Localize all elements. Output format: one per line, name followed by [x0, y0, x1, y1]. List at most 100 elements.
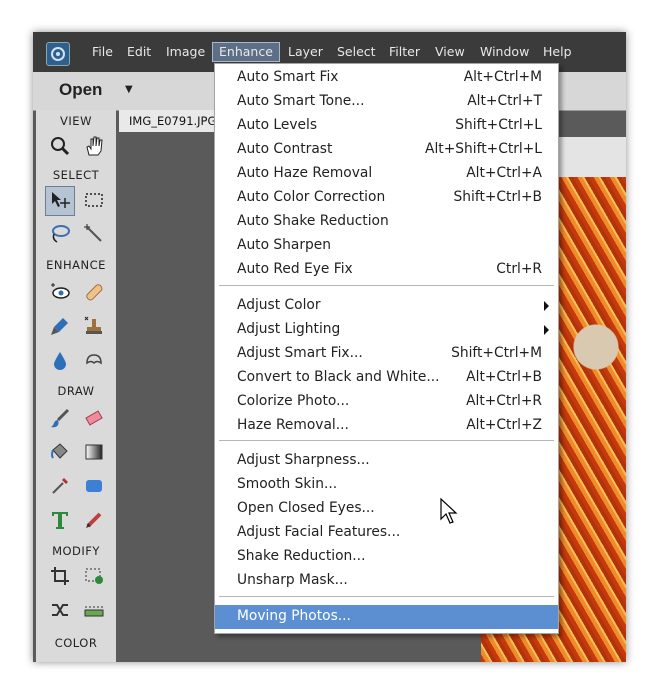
menu-item-shortcut: Shift+Ctrl+M	[451, 345, 542, 361]
gradient-tool-icon[interactable]	[80, 438, 108, 466]
enhance-menu-item[interactable]: Auto Red Eye Fix Ctrl+R	[215, 258, 558, 282]
submenu-arrow-icon	[544, 301, 549, 311]
menu-item-shortcut: Shift+Ctrl+L	[455, 117, 542, 133]
menu-item-shortcut: Shift+Ctrl+B	[453, 189, 543, 205]
enhance-menu-item[interactable]: Auto Sharpen	[215, 234, 558, 258]
enhance-menu-item[interactable]: Open Closed Eyes...	[215, 497, 558, 521]
menu-item-label: Auto Color Correction	[237, 189, 386, 205]
crop-tool-icon[interactable]	[46, 562, 74, 590]
brush-tool-icon[interactable]	[46, 404, 74, 432]
menu-enhance[interactable]: Enhance	[212, 42, 280, 62]
menu-item-label: Unsharp Mask...	[237, 572, 348, 588]
menu-image[interactable]: Image	[164, 44, 207, 60]
enhance-menu-item[interactable]: Auto Haze Removal Alt+Ctrl+A	[215, 162, 558, 186]
recompose-tool-icon[interactable]	[80, 562, 108, 590]
tools-panel: VIEW SELECT ENHANCE DRAW MODIFY COLOR	[36, 110, 116, 662]
menu-item-label: Auto Smart Fix	[237, 69, 339, 85]
app-logo-icon[interactable]	[46, 42, 70, 66]
menu-help[interactable]: Help	[541, 44, 574, 60]
smudge-tool-icon[interactable]	[80, 346, 108, 374]
menu-item-shortcut: Alt+Ctrl+T	[467, 93, 542, 109]
tools-section-view: VIEW	[60, 114, 92, 128]
move-tool-icon[interactable]	[45, 186, 75, 216]
menu-item-label: Adjust Facial Features...	[237, 524, 401, 540]
menu-item-shortcut: Alt+Ctrl+B	[466, 369, 542, 385]
paint-bucket-icon[interactable]	[46, 438, 74, 466]
enhance-menu-item[interactable]: Auto Smart Fix Alt+Ctrl+M	[215, 66, 558, 90]
menu-item-label: Convert to Black and White...	[237, 369, 440, 385]
eraser-tool-icon[interactable]	[80, 404, 108, 432]
hand-tool-icon[interactable]	[80, 132, 108, 160]
mouse-cursor-icon	[440, 498, 458, 524]
menu-item-label: Auto Contrast	[237, 141, 333, 157]
enhance-menu-item[interactable]: Haze Removal... Alt+Ctrl+Z	[215, 414, 558, 438]
blur-tool-icon[interactable]	[46, 346, 74, 374]
menu-file[interactable]: File	[90, 44, 115, 60]
menu-item-label: Auto Red Eye Fix	[237, 261, 353, 277]
eyedropper-icon[interactable]	[46, 472, 74, 500]
tools-section-color: COLOR	[54, 636, 98, 650]
menu-item-label: Auto Shake Reduction	[237, 213, 389, 229]
menu-layer[interactable]: Layer	[286, 44, 325, 60]
enhance-menu-item[interactable]: Convert to Black and White... Alt+Ctrl+B	[215, 366, 558, 390]
menu-item-label: Auto Levels	[237, 117, 318, 133]
menu-select[interactable]: Select	[335, 44, 378, 60]
menu-item-label: Smooth Skin...	[237, 476, 338, 492]
menu-item-label: Shake Reduction...	[237, 548, 366, 564]
menu-item-label: Auto Haze Removal	[237, 165, 373, 181]
pencil-tool-icon[interactable]	[80, 506, 108, 534]
enhance-menu-item[interactable]: Auto Shake Reduction	[215, 210, 558, 234]
enhance-menu-item[interactable]: Auto Levels Shift+Ctrl+L	[215, 114, 558, 138]
menu-item-shortcut: Alt+Shift+Ctrl+L	[425, 141, 542, 157]
enhance-menu-item[interactable]: Shake Reduction...	[215, 545, 558, 569]
magic-wand-icon[interactable]	[80, 220, 108, 248]
menu-filter[interactable]: Filter	[387, 44, 422, 60]
smart-brush-icon[interactable]	[46, 312, 74, 340]
submenu-arrow-icon	[544, 325, 549, 335]
type-tool-icon[interactable]	[46, 506, 74, 534]
enhance-menu-item[interactable]: Adjust Smart Fix... Shift+Ctrl+M	[215, 342, 558, 366]
menu-item-label: Auto Sharpen	[237, 237, 332, 253]
menu-item-shortcut: Ctrl+R	[496, 261, 542, 277]
menu-item-label: Haze Removal...	[237, 417, 349, 433]
enhance-menu-item[interactable]: Smooth Skin...	[215, 473, 558, 497]
rectangular-marquee-icon[interactable]	[80, 186, 108, 214]
menu-item-label: Colorize Photo...	[237, 393, 350, 409]
menu-view[interactable]: View	[433, 44, 467, 60]
open-button[interactable]: Open	[59, 80, 102, 100]
menu-item-shortcut: Alt+Ctrl+M	[463, 69, 542, 85]
enhance-menu-item[interactable]: Adjust Facial Features...	[215, 521, 558, 545]
menu-item-label: Auto Smart Tone...	[237, 93, 365, 109]
tools-section-select: SELECT	[52, 168, 100, 182]
enhance-menu-item[interactable]: Auto Contrast Alt+Shift+Ctrl+L	[215, 138, 558, 162]
document-tab[interactable]: IMG_E0791.JPG	[119, 110, 229, 132]
enhance-menu-item[interactable]: Moving Photos...	[215, 605, 558, 629]
menu-item-shortcut: Alt+Ctrl+R	[466, 393, 542, 409]
clone-stamp-icon[interactable]	[80, 312, 108, 340]
menu-item-label: Adjust Smart Fix...	[237, 345, 363, 361]
menu-item-shortcut: Alt+Ctrl+Z	[466, 417, 542, 433]
red-eye-tool-icon[interactable]	[46, 278, 74, 306]
content-aware-move-icon[interactable]	[46, 596, 74, 624]
menu-item-label: Adjust Color	[237, 297, 321, 313]
menu-window[interactable]: Window	[478, 44, 531, 60]
open-dropdown-arrow-icon[interactable]: ▼	[125, 84, 133, 95]
enhance-menu-item[interactable]: Colorize Photo... Alt+Ctrl+R	[215, 390, 558, 414]
tools-section-enhance: ENHANCE	[46, 258, 106, 272]
menu-item-label: Adjust Lighting	[237, 321, 341, 337]
menu-item-label: Adjust Sharpness...	[237, 452, 370, 468]
enhance-menu-item[interactable]: Auto Color Correction Shift+Ctrl+B	[215, 186, 558, 210]
spot-healing-icon[interactable]	[80, 278, 108, 306]
enhance-menu-item[interactable]: Unsharp Mask...	[215, 569, 558, 593]
zoom-tool-icon[interactable]	[46, 132, 74, 160]
straighten-tool-icon[interactable]	[80, 596, 108, 624]
enhance-menu-item[interactable]: Adjust Sharpness...	[215, 449, 558, 473]
menu-edit[interactable]: Edit	[125, 44, 153, 60]
enhance-menu-item[interactable]: Adjust Color	[215, 294, 558, 318]
shape-tool-icon[interactable]	[80, 472, 108, 500]
lasso-tool-icon[interactable]	[46, 220, 74, 248]
menu-separator	[219, 285, 554, 286]
menu-item-shortcut: Alt+Ctrl+A	[466, 165, 542, 181]
enhance-menu-item[interactable]: Adjust Lighting	[215, 318, 558, 342]
enhance-menu-item[interactable]: Auto Smart Tone... Alt+Ctrl+T	[215, 90, 558, 114]
